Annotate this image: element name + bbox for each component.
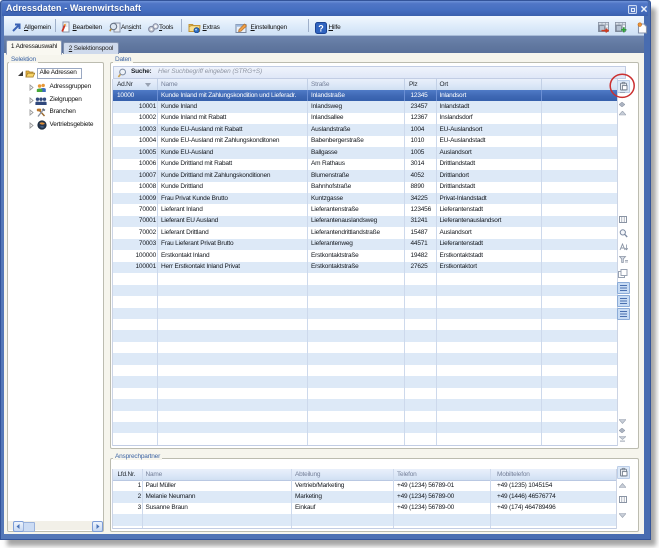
svg-text:?: ? — [318, 23, 324, 33]
